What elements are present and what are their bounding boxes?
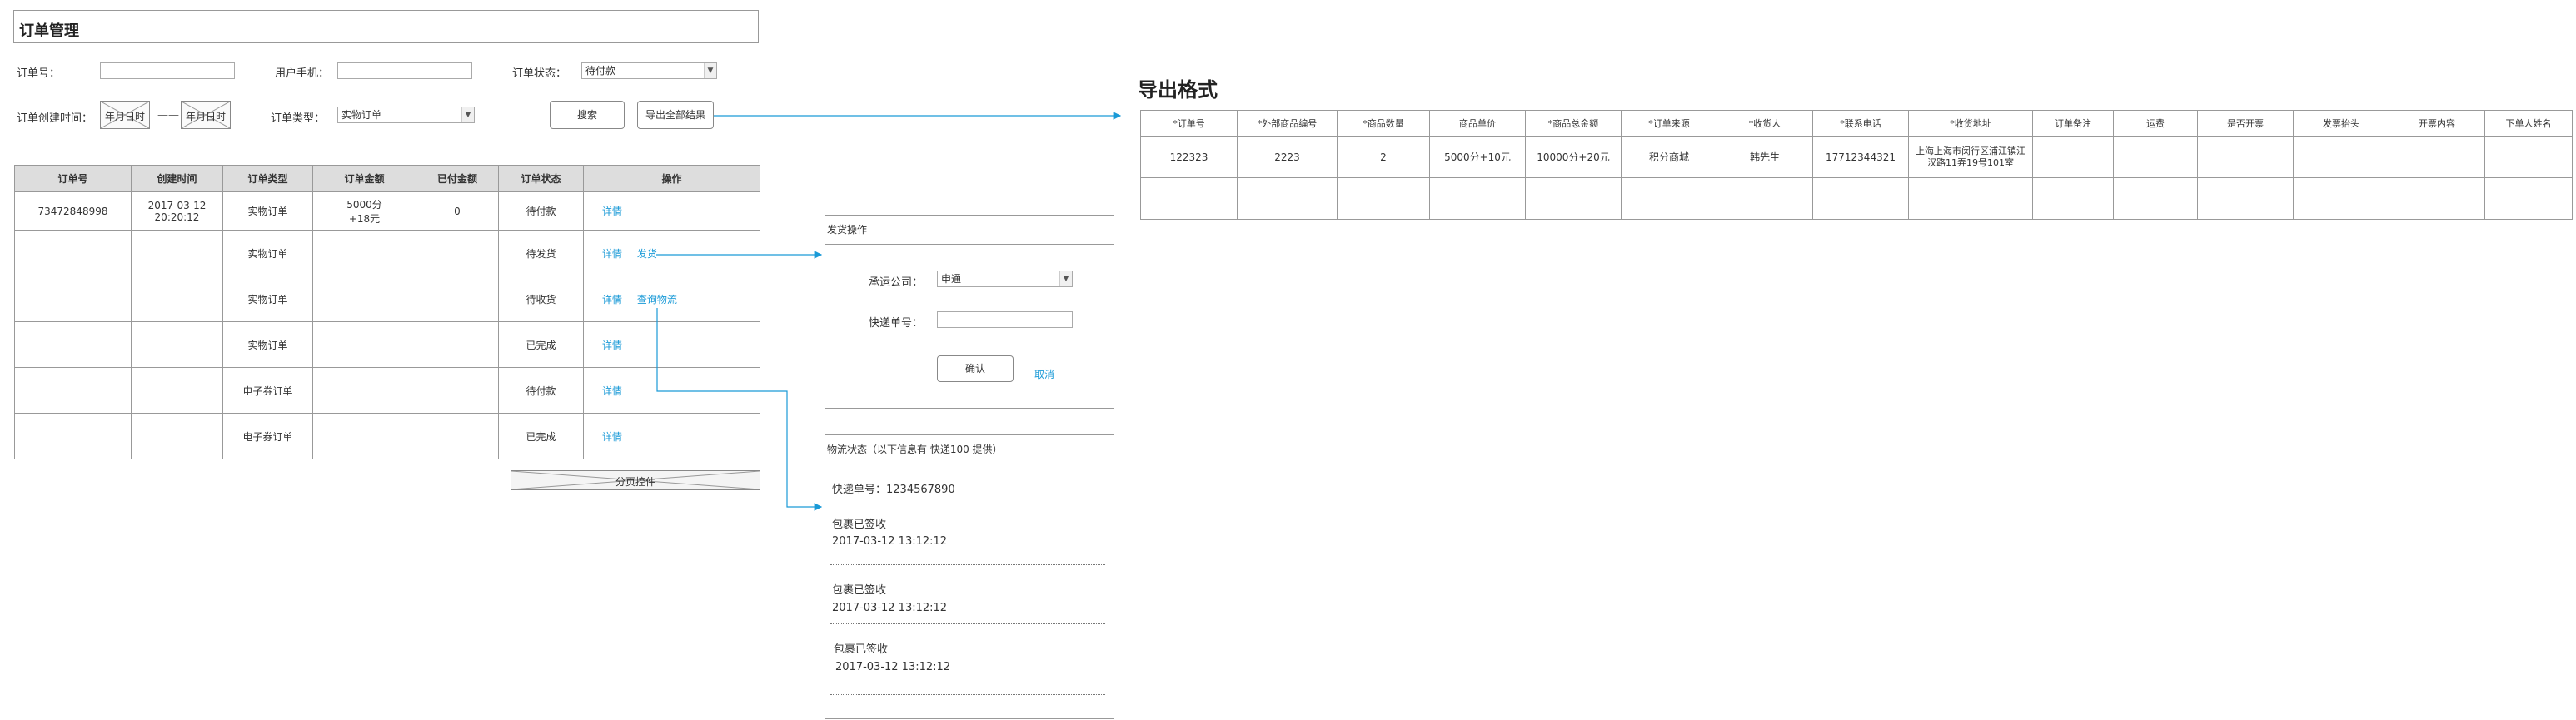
- connector-arrows: [656, 112, 1122, 511]
- logistics-arrow: [656, 308, 823, 511]
